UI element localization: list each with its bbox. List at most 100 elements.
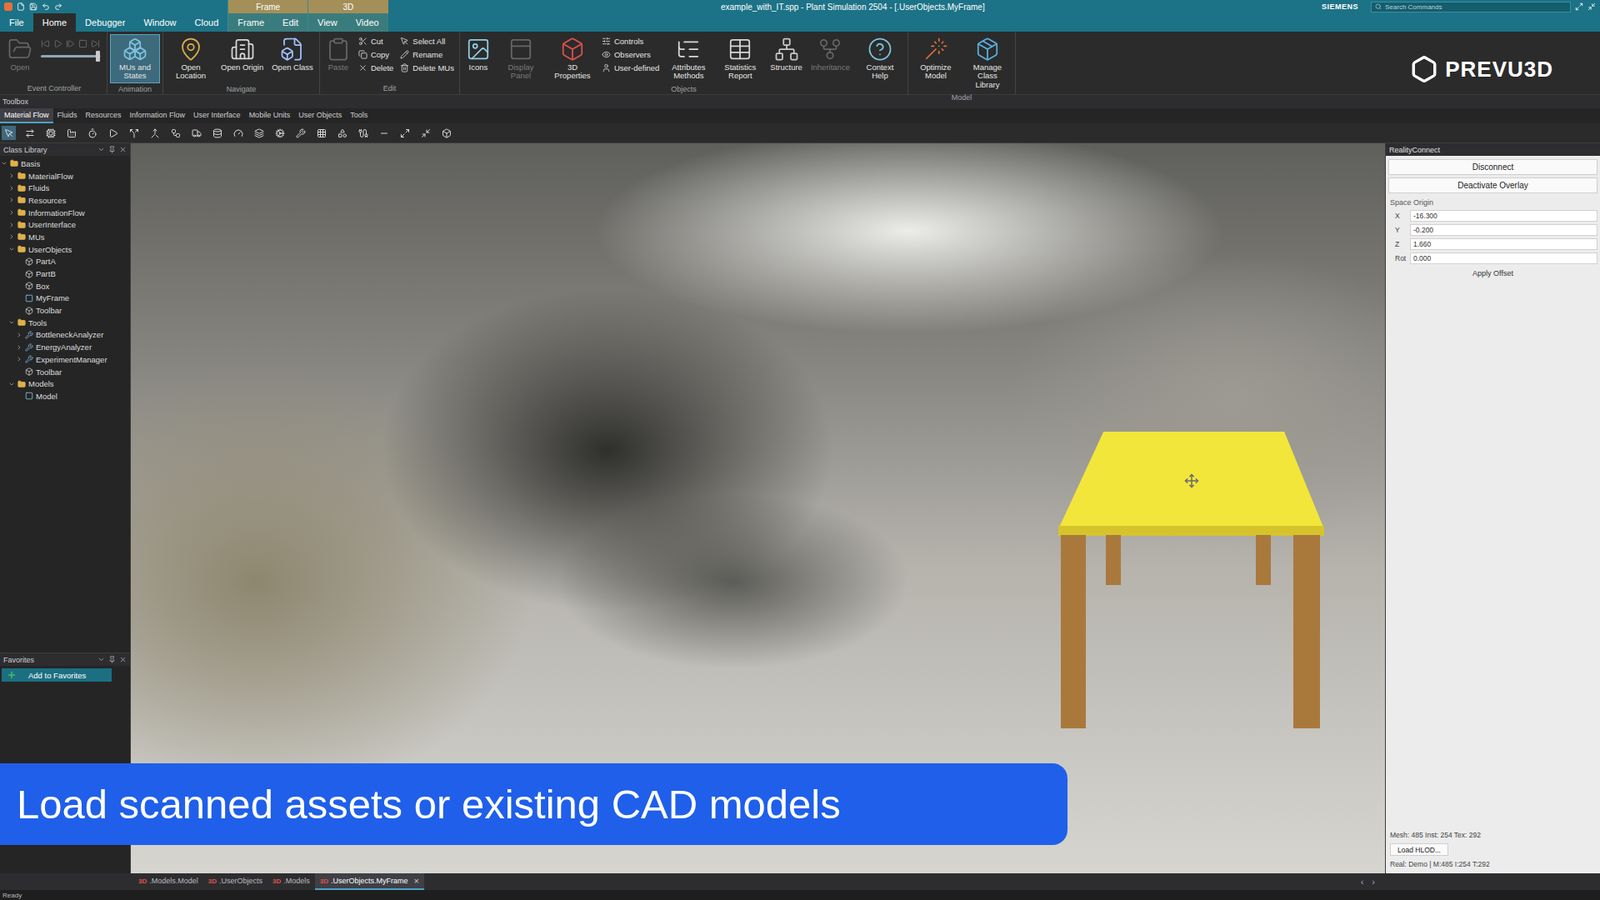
tree-item[interactable]: MUs (0, 230, 130, 244)
ribbon-button[interactable]: 3D Properties (547, 34, 598, 84)
toolbox-item[interactable] (376, 125, 391, 140)
menu-tab[interactable]: Debugger (75, 13, 135, 32)
tree-item[interactable]: PartA (0, 255, 130, 269)
close-tab-button[interactable]: × (414, 875, 420, 886)
toolbox-item[interactable] (22, 125, 37, 140)
ribbon-button[interactable]: Attributes Methods (663, 34, 714, 84)
step-icon[interactable] (65, 39, 75, 49)
redo-icon[interactable] (54, 2, 63, 11)
tree-item[interactable]: Toolbar (0, 365, 130, 379)
tree-item[interactable]: Box (0, 280, 130, 293)
load-hlod-button[interactable]: Load HLOD... (1390, 843, 1449, 856)
document-tab[interactable]: 3D.UserObjects (203, 873, 268, 890)
panel-button[interactable]: Disconnect (1388, 159, 1598, 175)
toolbox-tab[interactable]: User Objects (294, 108, 346, 124)
toolbox-item[interactable] (272, 125, 287, 140)
ribbon-small-button[interactable]: Copy (355, 49, 396, 60)
tree-item[interactable]: EnergyAnalyzer (0, 340, 130, 354)
tree-item[interactable]: Basis (0, 157, 130, 170)
document-tab[interactable]: 3D.UserObjects.MyFrame× (315, 873, 425, 890)
ribbon-button[interactable]: Paste (322, 34, 355, 75)
tree-item[interactable]: ExperimentManager (0, 353, 130, 366)
apply-offset-button[interactable]: Apply Offset (1388, 266, 1598, 280)
toolbox-item[interactable] (43, 125, 58, 140)
ribbon-button[interactable]: Open Class (268, 34, 317, 75)
tree-item[interactable]: InformationFlow (0, 206, 130, 220)
toolbox-item[interactable] (210, 125, 225, 140)
toolbox-item[interactable] (293, 125, 308, 140)
new-icon[interactable] (16, 2, 25, 11)
menu-tab[interactable]: Edit (273, 13, 308, 32)
toolbox-item[interactable] (251, 125, 266, 140)
toolbox-item[interactable] (64, 125, 79, 140)
collapsed-icon[interactable] (15, 355, 23, 363)
toolbox-item[interactable] (85, 125, 100, 140)
toolbox-item[interactable] (1, 125, 16, 140)
tree-item[interactable]: Fluids (0, 181, 130, 195)
ribbon-button[interactable]: Open Origin (217, 34, 267, 75)
ribbon-small-button[interactable]: Delete (355, 62, 396, 74)
toolbox-tab[interactable]: Tools (345, 108, 372, 124)
menu-tab[interactable]: Window (134, 13, 185, 32)
speed-slider[interactable] (40, 55, 101, 58)
toolbox-tab[interactable]: Material Flow (0, 108, 54, 124)
tree-item[interactable]: MyFrame (0, 292, 130, 305)
collapsed-icon[interactable] (8, 196, 15, 204)
close-icon[interactable] (119, 655, 127, 664)
toolbox-item[interactable] (168, 125, 183, 140)
tree-item[interactable]: BottleneckAnalyzer (0, 329, 130, 342)
document-tab[interactable]: 3D.Models.Model (133, 873, 204, 890)
toolbox-tab[interactable]: User Interface (189, 108, 245, 124)
search-box[interactable]: Search Commands (1370, 1, 1571, 13)
dropdown-icon[interactable] (97, 145, 105, 154)
field-input[interactable]: 1.660 (1410, 238, 1598, 250)
play-icon[interactable] (53, 39, 63, 49)
tree-item[interactable]: Models (0, 377, 130, 390)
toolbox-tab[interactable]: Resources (81, 108, 126, 124)
toolbox-item[interactable] (189, 125, 204, 140)
toolbox-item[interactable] (126, 125, 141, 140)
dropdown-icon[interactable] (97, 655, 105, 664)
tree-item[interactable]: MaterialFlow (0, 170, 130, 183)
move-icon[interactable] (1184, 473, 1200, 489)
document-tab[interactable]: 3D.Models (267, 873, 315, 890)
add-favorites-button[interactable]: Add to Favorites (1, 668, 112, 682)
save-icon[interactable] (29, 2, 38, 11)
pin-icon[interactable] (108, 145, 116, 154)
ribbon-small-button[interactable]: Delete MUs (397, 62, 457, 74)
ribbon-small-button[interactable]: Rename (397, 49, 457, 60)
ribbon-button[interactable]: Structure (766, 34, 806, 75)
ribbon-button[interactable]: Open Location (165, 34, 216, 84)
ribbon-button[interactable]: Inheritance (807, 34, 854, 75)
tree-item[interactable]: Resources (0, 194, 130, 207)
ribbon-small-button[interactable]: Cut (355, 35, 396, 47)
ribbon-button[interactable]: MUs and States (110, 34, 160, 84)
ribbon-small-button[interactable]: Select All (397, 35, 457, 47)
menu-tab[interactable]: File (0, 13, 34, 32)
ribbon-button[interactable]: Display Panel (495, 34, 546, 84)
restore-icon[interactable] (1587, 2, 1596, 11)
menu-tab[interactable]: Cloud (185, 13, 229, 32)
tree-item[interactable]: UserInterface (0, 218, 130, 231)
field-input[interactable]: 0.000 (1410, 252, 1598, 265)
expanded-icon[interactable] (8, 319, 15, 326)
collapsed-icon[interactable] (8, 172, 15, 180)
tree-item[interactable]: PartB (0, 267, 130, 280)
toolbox-tab[interactable]: Information Flow (125, 108, 190, 124)
collapsed-icon[interactable] (15, 344, 23, 351)
toolbox-item[interactable] (355, 125, 370, 140)
expanded-icon[interactable] (0, 160, 8, 167)
menu-tab[interactable]: Home (33, 13, 76, 32)
field-input[interactable]: -16.300 (1410, 210, 1598, 222)
collapsed-icon[interactable] (15, 331, 23, 339)
tree-item[interactable]: Toolbar (0, 304, 130, 317)
toolbox-item[interactable] (439, 125, 454, 140)
collapsed-icon[interactable] (8, 209, 15, 216)
ribbon-small-button[interactable]: Controls (599, 35, 662, 47)
toolbox-item[interactable] (105, 125, 120, 140)
expanded-icon[interactable] (8, 380, 15, 388)
reset-icon[interactable] (40, 39, 50, 49)
ribbon-button[interactable]: Icons (462, 34, 495, 75)
tree-item[interactable]: Model (0, 390, 130, 403)
toolbox-tab[interactable]: Fluids (53, 108, 82, 124)
